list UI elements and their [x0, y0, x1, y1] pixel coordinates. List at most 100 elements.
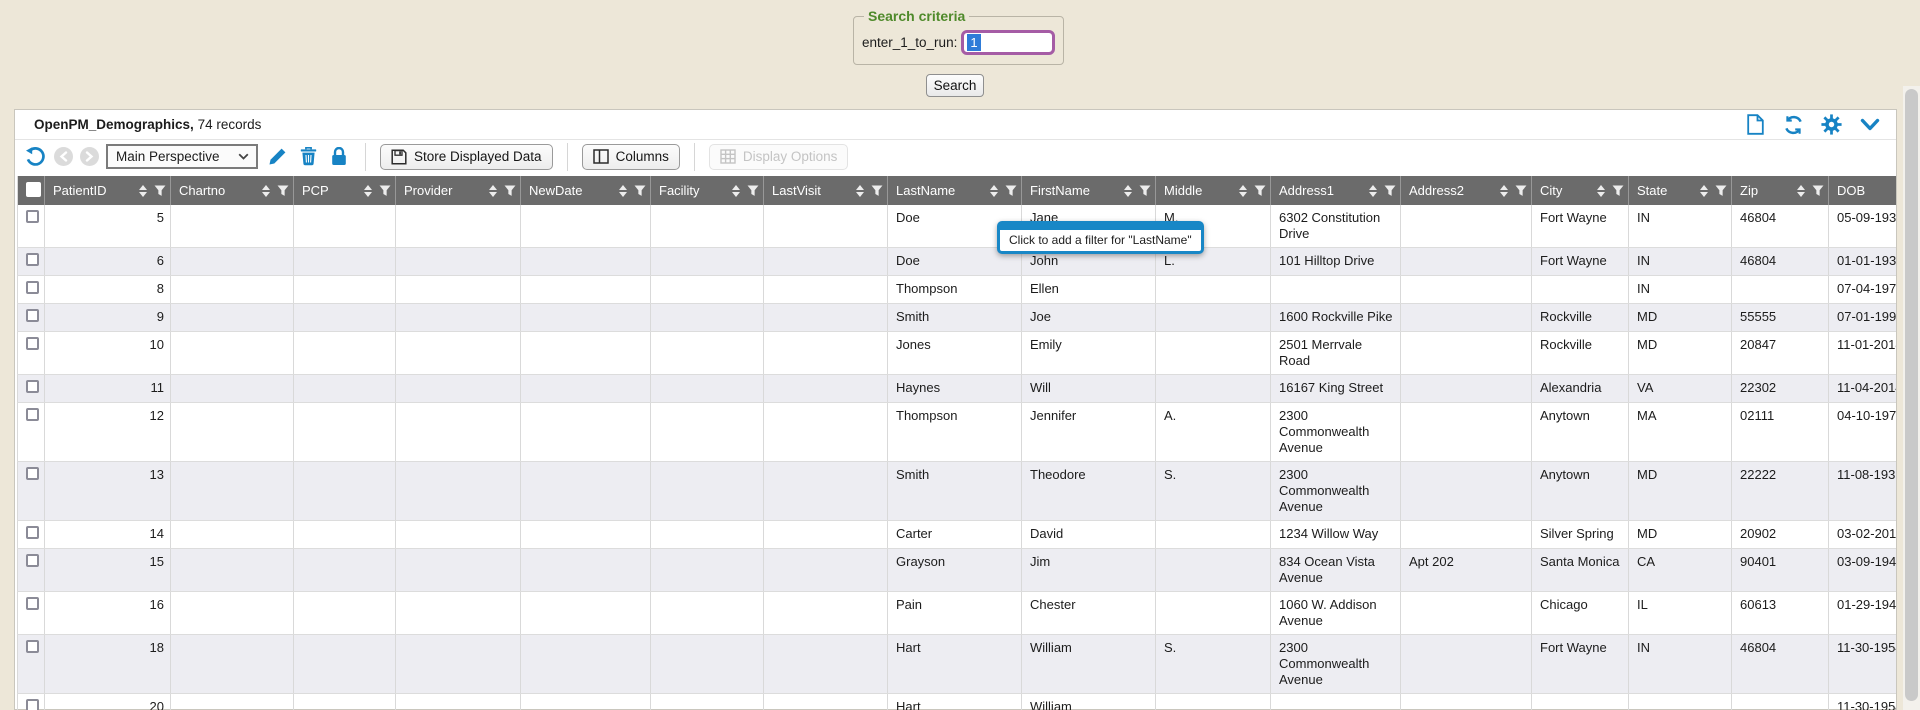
enter-1-to-run-input[interactable]: 1	[961, 30, 1055, 55]
columns-button[interactable]: Columns	[582, 144, 680, 170]
collapse-chevron-icon[interactable]	[1859, 114, 1880, 135]
nav-back-icon[interactable]	[54, 147, 73, 166]
perspective-select[interactable]: Main Perspective	[106, 144, 258, 169]
row-checkbox[interactable]	[26, 380, 39, 393]
row-checkbox[interactable]	[26, 408, 39, 421]
filter-funnel-icon[interactable]	[1612, 185, 1624, 197]
sort-arrows-icon[interactable]	[364, 185, 372, 197]
filter-funnel-icon[interactable]	[504, 185, 516, 197]
table-row[interactable]: 9SmithJoe1600 Rockville PikeRockvilleMD5…	[18, 304, 1897, 332]
sort-arrows-icon[interactable]	[619, 185, 627, 197]
nav-forward-icon[interactable]	[80, 147, 99, 166]
sort-arrows-icon[interactable]	[139, 185, 147, 197]
table-row[interactable]: 18HartWilliamS.2300 Commonwealth AvenueF…	[18, 635, 1897, 694]
table-row[interactable]: 12ThompsonJenniferA.2300 Commonwealth Av…	[18, 403, 1897, 462]
column-header-chartno[interactable]: Chartno	[171, 176, 294, 205]
select-all-header[interactable]	[18, 176, 45, 205]
column-header-pcp[interactable]: PCP	[294, 176, 396, 205]
row-checkbox[interactable]	[26, 467, 39, 480]
sort-arrows-icon[interactable]	[1369, 185, 1377, 197]
row-checkbox[interactable]	[26, 526, 39, 539]
table-row[interactable]: 8ThompsonEllenIN07-04-1970	[18, 276, 1897, 304]
enter-1-to-run-label: enter_1_to_run:	[862, 35, 957, 50]
sort-arrows-icon[interactable]	[990, 185, 998, 197]
table-row[interactable]: 5DoeJaneM.6302 Constitution DriveFort Wa…	[18, 205, 1897, 248]
filter-funnel-icon[interactable]	[277, 185, 289, 197]
sort-arrows-icon[interactable]	[1124, 185, 1132, 197]
filter-funnel-icon[interactable]	[1384, 185, 1396, 197]
filter-funnel-icon[interactable]	[379, 185, 391, 197]
sort-arrows-icon[interactable]	[1239, 185, 1247, 197]
display-options-button: Display Options	[709, 144, 849, 170]
row-checkbox[interactable]	[26, 210, 39, 223]
vertical-scrollbar[interactable]	[1903, 86, 1920, 710]
select-all-checkbox[interactable]	[26, 182, 41, 197]
scrollbar-thumb[interactable]	[1905, 89, 1918, 701]
column-header-state[interactable]: State	[1629, 176, 1732, 205]
sort-arrows-icon[interactable]	[489, 185, 497, 197]
filter-funnel-icon[interactable]	[871, 185, 883, 197]
filter-funnel-icon[interactable]	[634, 185, 646, 197]
table-row[interactable]: 11HaynesWill16167 King StreetAlexandriaV…	[18, 375, 1897, 403]
column-header-middle[interactable]: Middle	[1156, 176, 1271, 205]
column-header-address1[interactable]: Address1	[1271, 176, 1401, 205]
filter-funnel-icon[interactable]	[1139, 185, 1151, 197]
sort-arrows-icon[interactable]	[856, 185, 864, 197]
cell-state: CA	[1629, 549, 1732, 592]
sort-arrows-icon[interactable]	[262, 185, 270, 197]
sort-arrows-icon[interactable]	[732, 185, 740, 197]
refresh-icon[interactable]	[1783, 114, 1804, 135]
filter-funnel-icon[interactable]	[1812, 185, 1824, 197]
store-displayed-data-button[interactable]: Store Displayed Data	[380, 144, 553, 170]
sort-arrows-icon[interactable]	[1597, 185, 1605, 197]
column-header-patientid[interactable]: PatientID	[45, 176, 171, 205]
table-row[interactable]: 16PainChester1060 W. Addison AvenueChica…	[18, 592, 1897, 635]
undo-icon[interactable]	[23, 145, 47, 169]
row-checkbox[interactable]	[26, 337, 39, 350]
column-header-lastname[interactable]: LastName	[888, 176, 1022, 205]
filter-funnel-icon[interactable]	[747, 185, 759, 197]
column-header-zip[interactable]: Zip	[1732, 176, 1829, 205]
column-header-firstname[interactable]: FirstName	[1022, 176, 1156, 205]
row-checkbox[interactable]	[26, 281, 39, 294]
table-row[interactable]: 6DoeJohnL.101 Hilltop DriveFort WayneIN4…	[18, 248, 1897, 276]
cell-lastname: Pain	[888, 592, 1022, 635]
new-document-icon[interactable]	[1745, 114, 1766, 135]
sort-arrows-icon[interactable]	[1500, 185, 1508, 197]
filter-funnel-icon[interactable]	[154, 185, 166, 197]
table-row[interactable]: 14CarterDavid1234 Willow WaySilver Sprin…	[18, 521, 1897, 549]
filter-funnel-icon[interactable]	[1254, 185, 1266, 197]
row-checkbox[interactable]	[26, 253, 39, 266]
sort-arrows-icon[interactable]	[1700, 185, 1708, 197]
row-checkbox[interactable]	[26, 640, 39, 653]
table-row[interactable]: 13SmithTheodoreS.2300 Commonwealth Avenu…	[18, 462, 1897, 521]
settings-gear-icon[interactable]	[1821, 114, 1842, 135]
edit-pencil-icon[interactable]	[265, 145, 289, 169]
column-header-newdate[interactable]: NewDate	[521, 176, 651, 205]
column-header-dob[interactable]: DOB	[1829, 176, 1897, 205]
column-header-lastvisit[interactable]: LastVisit	[764, 176, 888, 205]
column-header-city[interactable]: City	[1532, 176, 1629, 205]
cell-dob: 11-30-1954	[1829, 635, 1897, 694]
column-header-facility[interactable]: Facility	[651, 176, 764, 205]
table-row[interactable]: 15GraysonJim834 Ocean Vista AvenueApt 20…	[18, 549, 1897, 592]
row-checkbox[interactable]	[26, 309, 39, 322]
filter-funnel-icon[interactable]	[1715, 185, 1727, 197]
cell-dob: 04-10-1978	[1829, 403, 1897, 462]
table-row[interactable]: 10JonesEmily2501 Merrvale RoadRockvilleM…	[18, 332, 1897, 375]
cell-firstname: Jim	[1022, 549, 1156, 592]
cell-facility	[651, 304, 764, 332]
filter-funnel-icon[interactable]	[1515, 185, 1527, 197]
column-header-address2[interactable]: Address2	[1401, 176, 1532, 205]
row-checkbox[interactable]	[26, 597, 39, 610]
row-checkbox[interactable]	[26, 554, 39, 567]
sort-arrows-icon[interactable]	[1797, 185, 1805, 197]
row-checkbox[interactable]	[26, 699, 39, 710]
lock-icon[interactable]	[327, 145, 351, 169]
column-header-provider[interactable]: Provider	[396, 176, 521, 205]
display-options-grid-icon	[720, 149, 736, 164]
filter-funnel-icon[interactable]	[1005, 185, 1017, 197]
delete-trash-icon[interactable]	[296, 145, 320, 169]
search-button[interactable]: Search	[926, 74, 984, 97]
table-row[interactable]: 20HartWilliam11-30-1954	[18, 694, 1897, 710]
